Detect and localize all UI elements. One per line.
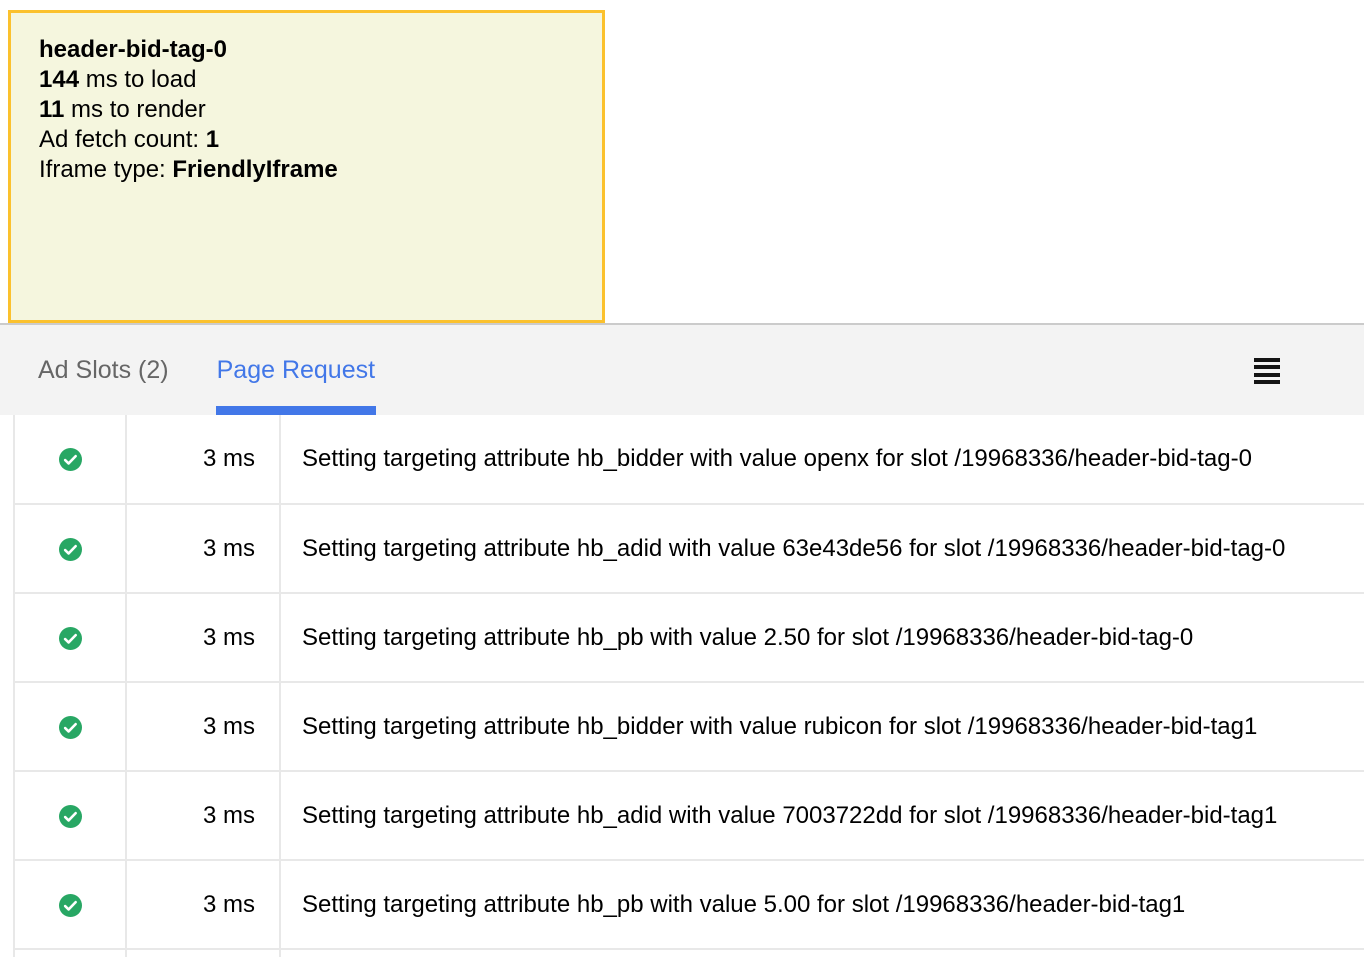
log-row: 3 ms Setting targeting attribute hb_pb w…	[14, 593, 1364, 682]
log-row: 3 ms Setting targeting attribute hb_bidd…	[14, 415, 1364, 504]
console-tab-bar: Ad Slots (2) Page Request	[0, 323, 1364, 415]
tab-ad-slots-label: Ad Slots (2)	[38, 356, 169, 385]
log-message: Setting targeting attribute hb_pb with v…	[280, 860, 1364, 949]
list-menu-icon[interactable]	[1254, 358, 1280, 384]
log-row: 3 ms Setting targeting attribute hb_adid…	[14, 504, 1364, 593]
log-time: 3 ms	[126, 771, 280, 860]
check-circle-icon	[59, 538, 82, 561]
check-circle-icon	[59, 627, 82, 650]
log-row: 3 ms Setting targeting attribute hb_bidd…	[14, 682, 1364, 771]
tab-ad-slots[interactable]: Ad Slots (2)	[38, 325, 169, 415]
tab-page-request-label: Page Request	[217, 356, 375, 385]
log-time: 3 ms	[126, 860, 280, 949]
page-request-log-table: 3 ms Setting targeting attribute hb_bidd…	[13, 415, 1364, 957]
tab-page-request[interactable]: Page Request	[217, 325, 375, 415]
log-time: 3 ms	[126, 415, 280, 504]
slot-ad-fetch-count: Ad fetch count: 1	[39, 125, 574, 155]
log-row: 3 ms Setting targeting attribute hb_pb w…	[14, 860, 1364, 949]
active-tab-underline	[216, 406, 376, 415]
log-time: 3 ms	[126, 504, 280, 593]
log-message: Setting targeting attribute hb_pb with v…	[280, 593, 1364, 682]
log-row-partial	[14, 949, 1364, 957]
ad-slot-overlay: header-bid-tag-0 144 ms to load 11 ms to…	[8, 10, 605, 323]
check-circle-icon	[59, 448, 82, 471]
log-time: 3 ms	[126, 682, 280, 771]
log-message: Setting targeting attribute hb_bidder wi…	[280, 415, 1364, 504]
slot-title: header-bid-tag-0	[39, 35, 574, 65]
log-message: Setting targeting attribute hb_bidder wi…	[280, 682, 1364, 771]
check-circle-icon	[59, 805, 82, 828]
slot-iframe-type: Iframe type: FriendlyIframe	[39, 155, 574, 185]
log-message: Setting targeting attribute hb_adid with…	[280, 504, 1364, 593]
slot-render-time: 11 ms to render	[39, 95, 574, 125]
check-circle-icon	[59, 716, 82, 739]
check-circle-icon	[59, 894, 82, 917]
slot-load-time: 144 ms to load	[39, 65, 574, 95]
log-row: 3 ms Setting targeting attribute hb_adid…	[14, 771, 1364, 860]
log-time: 3 ms	[126, 593, 280, 682]
log-message: Setting targeting attribute hb_adid with…	[280, 771, 1364, 860]
